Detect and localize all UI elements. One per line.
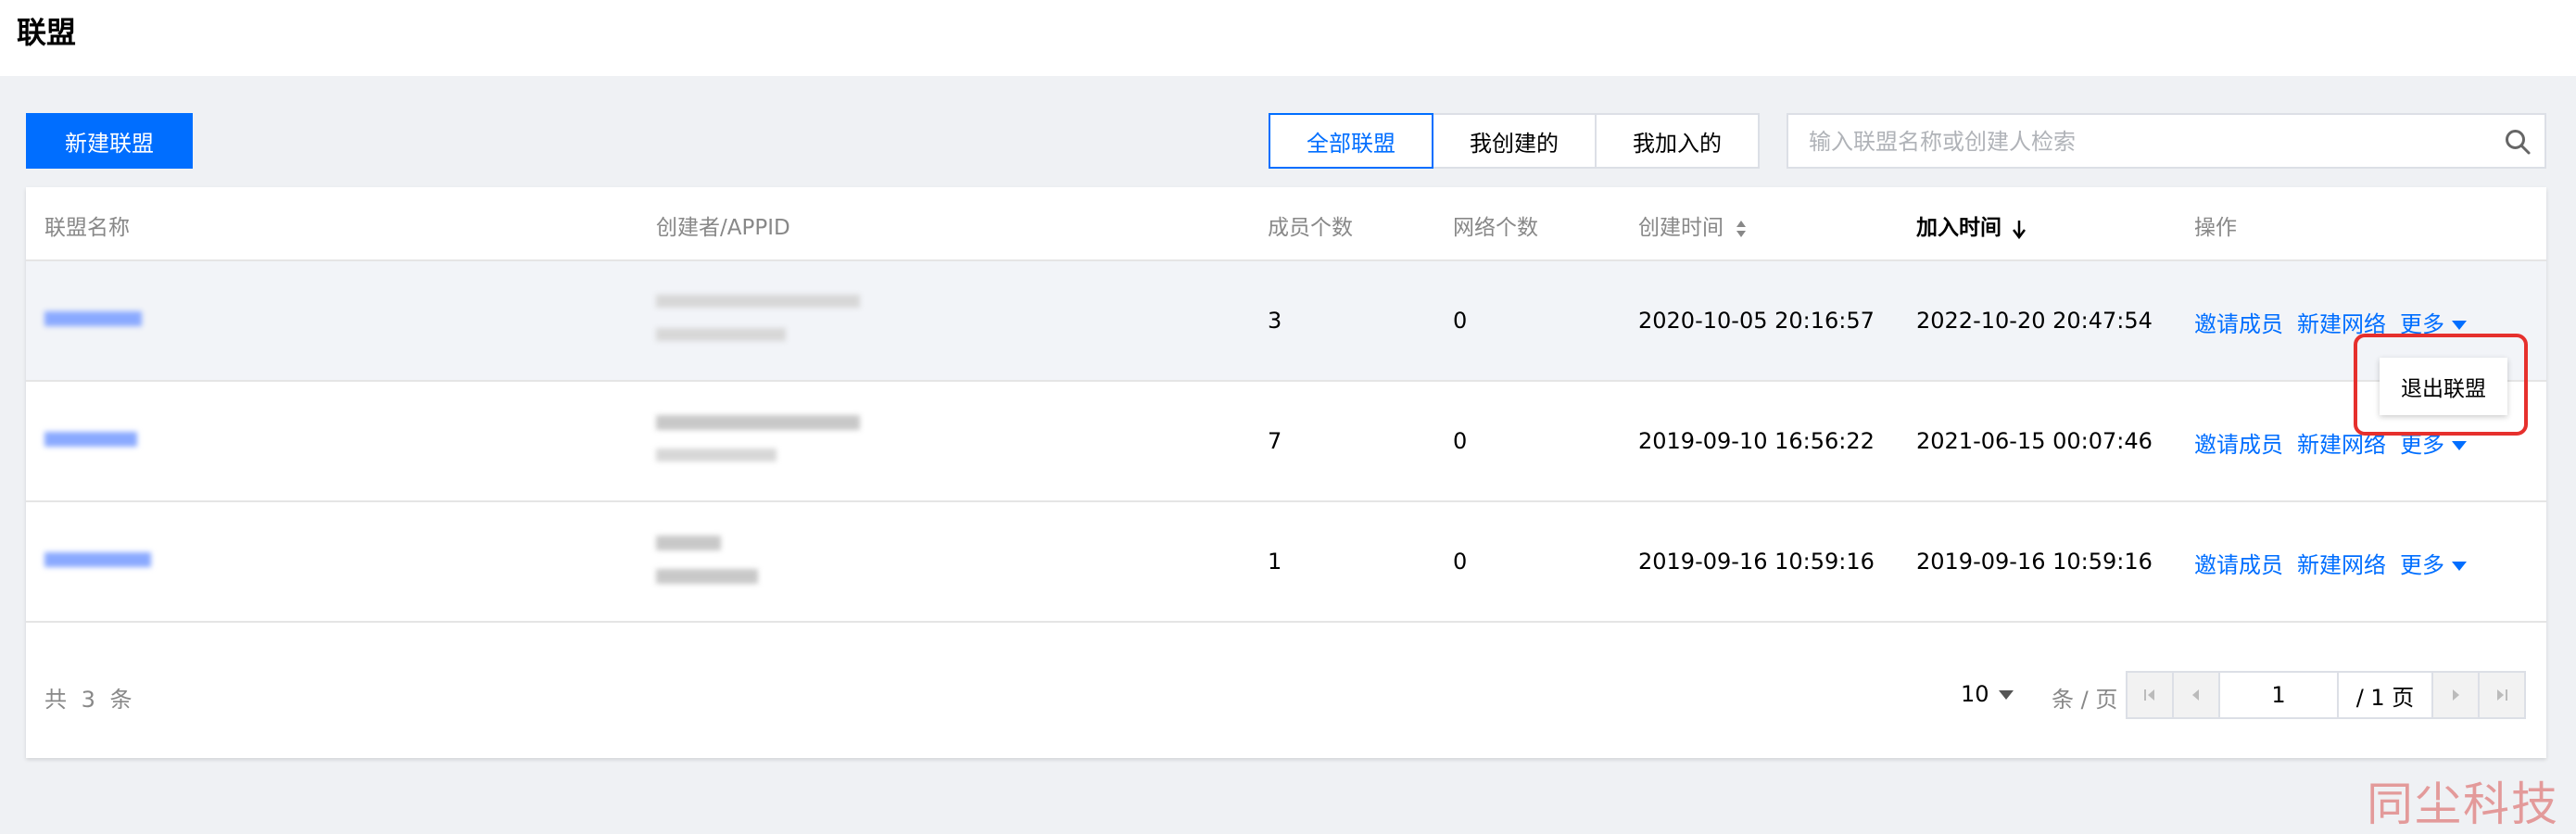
invite-member-link[interactable]: 邀请成员 [2194, 547, 2283, 579]
network-count: 0 [1453, 549, 1468, 575]
tab-joined-by-me[interactable]: 我加入的 [1595, 113, 1760, 169]
new-network-link[interactable]: 新建网络 [2297, 547, 2386, 579]
total-count: 共 3 条 [44, 687, 136, 713]
chevron-down-icon [1998, 690, 2014, 700]
table-row: 1 0 2019-09-16 10:59:16 2019-09-16 10:59… [26, 502, 2546, 623]
pagination: / 1 页 [2126, 671, 2526, 719]
alliance-name-link[interactable] [44, 549, 156, 573]
joined-time: 2021-06-15 00:07:46 [1916, 428, 2153, 454]
page-title: 联盟 [17, 15, 77, 50]
creator-info [656, 295, 878, 350]
invite-member-link[interactable]: 邀请成员 [2194, 306, 2283, 338]
member-count: 1 [1268, 549, 1282, 575]
filter-tabs: 全部联盟 我创建的 我加入的 [1269, 113, 1760, 169]
table-row: 7 0 2019-09-10 16:56:22 2021-06-15 00:07… [26, 382, 2546, 502]
column-header-created[interactable]: 创建时间 [1638, 209, 1749, 241]
page-size-select[interactable]: 10 [1961, 681, 2014, 707]
alliance-table: 联盟名称 创建者/APPID 成员个数 网络个数 创建时间 加入时间 操作 3 … [26, 187, 2546, 758]
prev-page-button[interactable] [2172, 671, 2220, 719]
watermark: 同尘科技 [2367, 777, 2559, 831]
sort-descending-icon[interactable] [2011, 218, 2027, 240]
column-header-creator: 创建者/APPID [656, 216, 790, 240]
joined-time: 2019-09-16 10:59:16 [1916, 549, 2153, 575]
table-row: 3 0 2020-10-05 20:16:57 2022-10-20 20:47… [26, 261, 2546, 382]
sort-both-icon[interactable] [1733, 218, 1749, 240]
creator-info [656, 536, 878, 591]
tab-all-alliances[interactable]: 全部联盟 [1269, 113, 1433, 169]
last-page-icon [2497, 689, 2507, 701]
network-count: 0 [1453, 308, 1468, 334]
next-page-button[interactable] [2431, 671, 2480, 719]
caret-down-icon [2452, 441, 2467, 450]
more-label: 更多 [2400, 432, 2444, 458]
network-count: 0 [1453, 428, 1468, 454]
first-page-icon [2144, 689, 2154, 701]
highlight-annotation [2354, 334, 2528, 436]
prev-page-icon [2192, 689, 2199, 701]
alliance-name-link[interactable] [44, 428, 156, 452]
column-header-members: 成员个数 [1268, 216, 1353, 240]
column-header-joined-label: 加入时间 [1916, 216, 2001, 240]
per-page-label: 条 / 页 [2052, 687, 2118, 713]
created-time: 2019-09-10 16:56:22 [1638, 428, 1875, 454]
search-icon[interactable] [2504, 128, 2532, 156]
page-number-input[interactable] [2218, 671, 2339, 719]
column-header-joined[interactable]: 加入时间 [1916, 209, 2027, 241]
total-pages: / 1 页 [2337, 671, 2433, 719]
top-bar: 联盟 [0, 0, 2576, 76]
caret-down-icon [2452, 562, 2467, 571]
more-menu[interactable]: 更多 [2400, 547, 2467, 579]
tab-created-by-me[interactable]: 我创建的 [1432, 113, 1597, 169]
created-time: 2020-10-05 20:16:57 [1638, 308, 1875, 334]
next-page-icon [2453, 689, 2459, 701]
member-count: 7 [1268, 428, 1282, 454]
joined-time: 2022-10-20 20:47:54 [1916, 308, 2153, 334]
first-page-button[interactable] [2126, 671, 2174, 719]
creator-info [656, 415, 878, 471]
column-header-name: 联盟名称 [44, 216, 130, 240]
last-page-button[interactable] [2478, 671, 2526, 719]
created-time: 2019-09-16 10:59:16 [1638, 549, 1875, 575]
invite-member-link[interactable]: 邀请成员 [2194, 426, 2283, 459]
new-alliance-button[interactable]: 新建联盟 [26, 113, 193, 169]
page-size-value: 10 [1961, 681, 1989, 707]
caret-down-icon [2452, 321, 2467, 330]
table-header: 联盟名称 创建者/APPID 成员个数 网络个数 创建时间 加入时间 操作 [26, 187, 2546, 261]
search-box [1787, 113, 2546, 169]
column-header-actions: 操作 [2194, 216, 2237, 240]
search-input[interactable] [1807, 115, 2459, 169]
more-label: 更多 [2400, 552, 2444, 578]
member-count: 3 [1268, 308, 1282, 334]
column-header-networks: 网络个数 [1453, 216, 1538, 240]
column-header-created-label: 创建时间 [1638, 216, 1724, 240]
alliance-name-link[interactable] [44, 308, 156, 332]
